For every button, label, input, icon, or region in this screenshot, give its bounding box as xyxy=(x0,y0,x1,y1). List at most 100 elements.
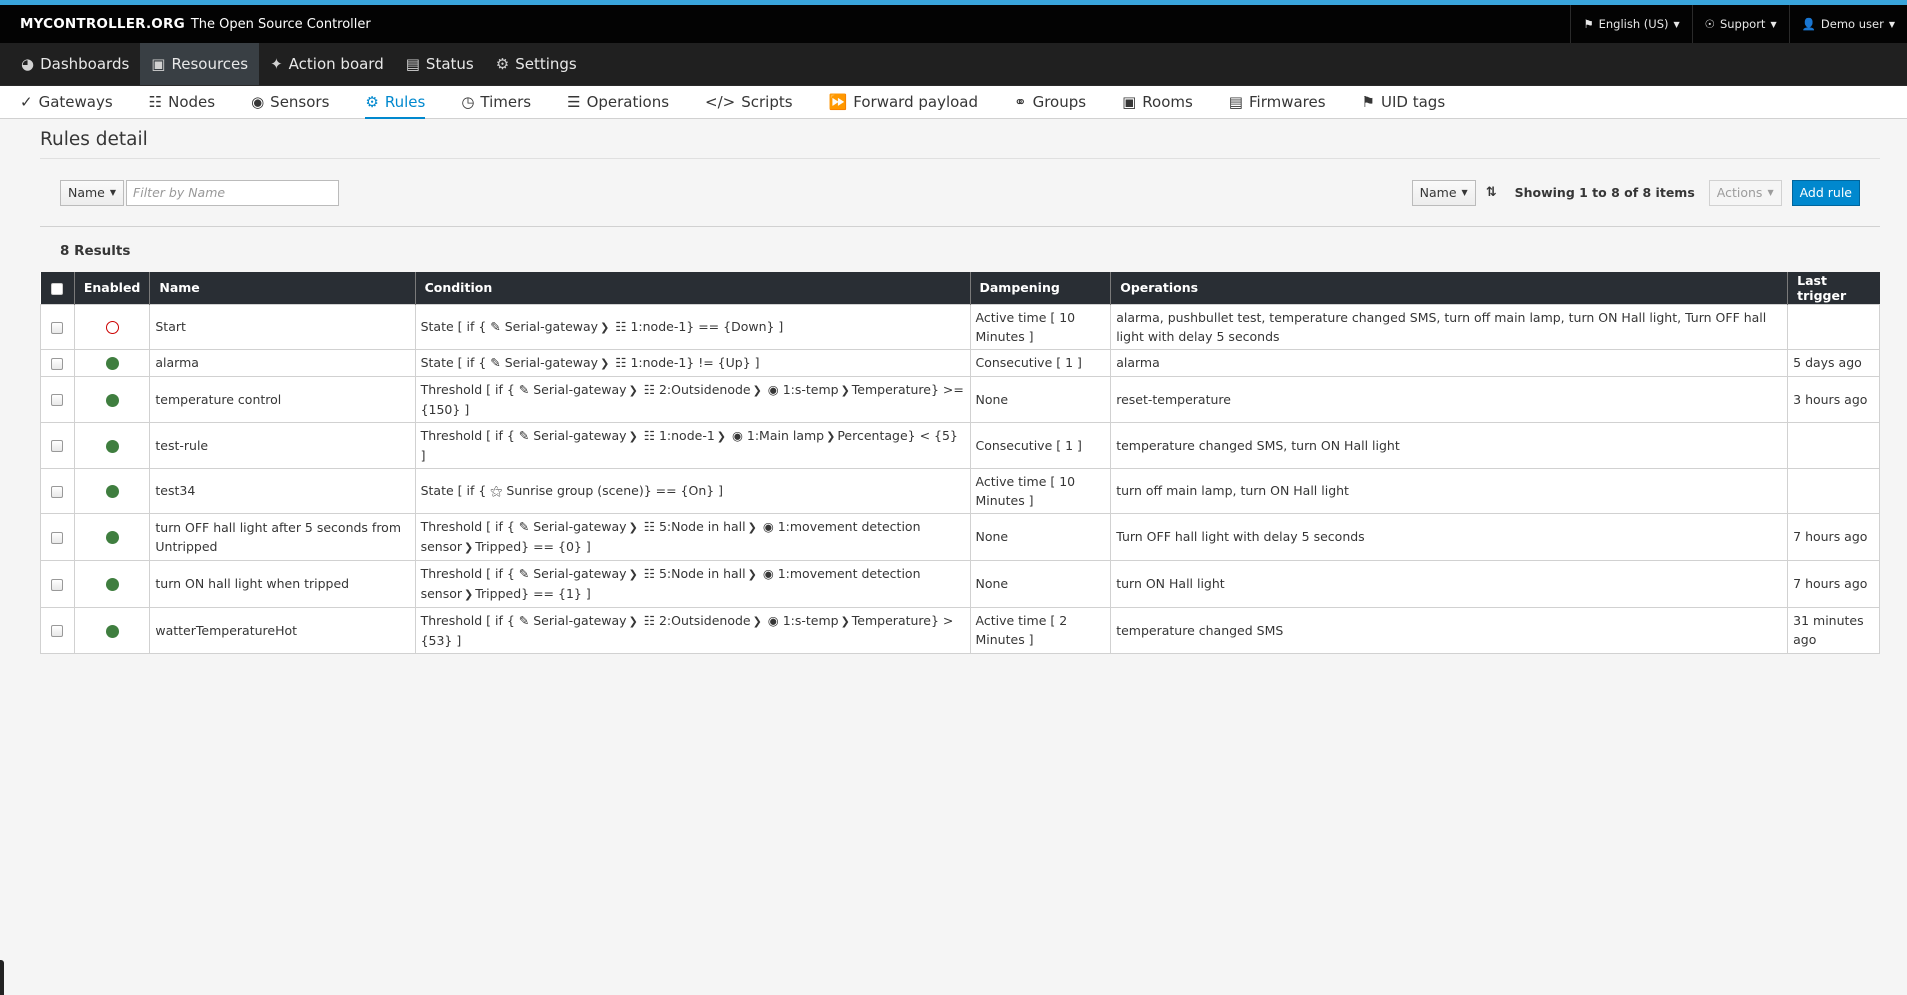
row-checkbox[interactable] xyxy=(51,394,64,406)
tab-forward-payload[interactable]: ⏩ Forward payload xyxy=(829,86,994,118)
main-navigation: ◕ Dashboards ▣ Resources ✦ Action board ▤ St… xyxy=(0,43,1907,86)
brand-name[interactable]: MYCONTROLLER.ORG xyxy=(20,16,185,32)
table-row[interactable]: turn OFF hall light after 5 seconds from… xyxy=(40,512,1880,561)
sort-field-dropdown[interactable]: Name ▼ xyxy=(1411,179,1476,206)
table-row[interactable]: test34 State [ if { ⚝ Sunrise group (scen… xyxy=(40,467,1880,514)
row-checkbox[interactable] xyxy=(51,357,64,370)
row-checkbox[interactable] xyxy=(51,440,64,452)
chevron-right-icon: ❯ xyxy=(628,614,638,628)
row-select-cell xyxy=(40,467,75,514)
condition-part: 1:node-1} != {Up} ] xyxy=(630,354,760,370)
enabled-cell xyxy=(73,467,151,514)
sort-alpha-icon[interactable]: ⇅ xyxy=(1486,185,1497,200)
tab-label: Scripts xyxy=(741,93,793,111)
support-dropdown[interactable]: ☉ Support ▼ xyxy=(1691,5,1789,43)
tab-label: UID tags xyxy=(1381,93,1446,111)
header-condition[interactable]: Condition xyxy=(414,272,970,304)
enabled-cell xyxy=(73,421,151,469)
chevron-right-icon: ❯ xyxy=(628,383,638,397)
filter-field-dropdown[interactable]: Name ▼ xyxy=(60,179,125,206)
rule-name[interactable]: turn OFF hall light after 5 seconds from… xyxy=(149,512,416,561)
tab-sensors[interactable]: ◉ Sensors xyxy=(251,86,345,118)
language-dropdown[interactable]: ⚑ English (US) ▼ xyxy=(1570,5,1691,43)
header-name[interactable]: Name xyxy=(149,272,416,304)
results-count: 8 Results xyxy=(60,243,131,259)
row-checkbox[interactable] xyxy=(51,578,64,591)
rule-dampening: Active time [ 10 Minutes ] xyxy=(969,467,1112,514)
condition-part: 1:node-1} == {Down} ] xyxy=(630,318,784,334)
condition-part: Serial-gateway xyxy=(533,612,627,628)
nav-action-board[interactable]: ✦ Action board xyxy=(259,43,395,85)
row-checkbox[interactable] xyxy=(51,625,64,637)
table-row[interactable]: temperature control Threshold [ if { ✎ Se… xyxy=(40,375,1880,423)
tab-nodes[interactable]: ☷ Nodes xyxy=(149,86,231,118)
nav-status[interactable]: ▤ Status xyxy=(395,43,485,85)
table-row[interactable]: turn ON hall light when tripped Threshold… xyxy=(40,559,1880,608)
chevron-right-icon: ❯ xyxy=(628,520,638,534)
row-select-cell xyxy=(40,303,75,350)
enabled-status-icon[interactable] xyxy=(105,624,119,638)
filter-input[interactable]: Filter by Name xyxy=(126,179,340,206)
resources-subnav: ✓ Gateways ☷ Nodes ◉ Sensors ⚙ Rules ◷ Timers… xyxy=(0,86,1907,119)
enabled-status-icon[interactable] xyxy=(105,485,119,498)
toolbar-right: Name ▼ ⇅ Showing 1 to 8 of 8 items Actio… xyxy=(1411,159,1860,226)
actions-dropdown[interactable]: Actions ▼ xyxy=(1708,179,1782,206)
enabled-status-icon[interactable] xyxy=(105,357,119,370)
row-checkbox[interactable] xyxy=(51,531,64,544)
table-row[interactable]: watterTemperatureHot Threshold [ if { ✎ S… xyxy=(40,606,1880,654)
row-checkbox[interactable] xyxy=(51,485,64,498)
tab-uid-tags[interactable]: ⚑ UID tags xyxy=(1362,86,1462,118)
table-row[interactable]: alarma State [ if { ✎ Serial-gateway ❯ ☷ 1… xyxy=(40,348,1880,377)
group-icon: ⚭ xyxy=(1014,93,1027,111)
row-checkbox[interactable] xyxy=(51,321,64,334)
tab-scripts[interactable]: </> Scripts xyxy=(705,86,809,118)
condition-part: Threshold [ if { xyxy=(420,565,515,581)
table-row[interactable]: test-rule Threshold [ if { ✎ Serial-gatew… xyxy=(40,421,1880,469)
rule-last-trigger xyxy=(1787,421,1880,469)
tab-rules[interactable]: ⚙ Rules xyxy=(365,86,441,119)
rule-name[interactable]: test-rule xyxy=(149,421,416,469)
rule-dampening: Consecutive [ 1 ] xyxy=(969,421,1112,469)
disabled-status-icon[interactable] xyxy=(105,321,119,334)
rule-name[interactable]: test34 xyxy=(149,467,416,514)
rule-operations: alarma, pushbullet test, temperature cha… xyxy=(1110,303,1789,350)
sitemap-icon: ☷ xyxy=(639,518,659,534)
add-rule-button[interactable]: Add rule xyxy=(1791,179,1860,206)
rule-dampening: Active time [ 2 Minutes ] xyxy=(969,606,1112,654)
enabled-status-icon[interactable] xyxy=(105,393,119,407)
rule-last-trigger xyxy=(1787,303,1880,350)
side-handle[interactable] xyxy=(0,960,4,995)
rule-name[interactable]: Start xyxy=(149,303,416,350)
enabled-status-icon[interactable] xyxy=(105,531,119,544)
header-operations[interactable]: Operations xyxy=(1110,272,1788,304)
tab-groups[interactable]: ⚭ Groups xyxy=(1014,86,1102,118)
enabled-status-icon[interactable] xyxy=(105,439,119,453)
user-dropdown[interactable]: 👤 Demo user ▼ xyxy=(1788,5,1907,43)
tab-rooms[interactable]: ▣ Rooms xyxy=(1122,86,1209,118)
header-last-trigger[interactable]: Last trigger xyxy=(1787,272,1880,304)
brand[interactable]: MYCONTROLLER.ORG The Open Source Control… xyxy=(0,16,371,32)
rule-name[interactable]: alarma xyxy=(149,348,416,377)
tab-gateways[interactable]: ✓ Gateways xyxy=(20,86,129,118)
rules-table: Enabled Name Condition Dampening Operati… xyxy=(40,272,1880,654)
nav-settings[interactable]: ⚙ Settings xyxy=(485,43,588,85)
tab-operations[interactable]: ☰ Operations xyxy=(567,86,685,118)
nav-dashboards[interactable]: ◕ Dashboards xyxy=(10,43,140,85)
nav-resources[interactable]: ▣ Resources xyxy=(140,43,260,85)
table-row[interactable]: Start State [ if { ✎ Serial-gateway ❯ ☷ 1:… xyxy=(40,303,1880,350)
select-all-checkbox[interactable] xyxy=(51,282,64,295)
condition-part: 2:Outsidenode xyxy=(658,381,751,397)
tab-firmwares[interactable]: ▤ Firmwares xyxy=(1229,86,1342,118)
tab-timers[interactable]: ◷ Timers xyxy=(461,86,547,118)
enabled-status-icon[interactable] xyxy=(105,578,119,591)
code-icon: </> xyxy=(705,93,736,111)
rule-condition: Threshold [ if { ✎ Serial-gateway ❯ ☷ 2:O… xyxy=(414,606,971,654)
rule-name[interactable]: temperature control xyxy=(149,375,416,423)
enabled-cell xyxy=(73,348,151,377)
rule-name[interactable]: turn ON hall light when tripped xyxy=(149,559,416,608)
group-icon: ⚝ xyxy=(486,483,507,498)
header-dampening[interactable]: Dampening xyxy=(969,272,1111,304)
rule-name[interactable]: watterTemperatureHot xyxy=(149,606,416,654)
plug-icon: ✎ xyxy=(514,518,534,534)
header-enabled[interactable]: Enabled xyxy=(73,272,150,304)
